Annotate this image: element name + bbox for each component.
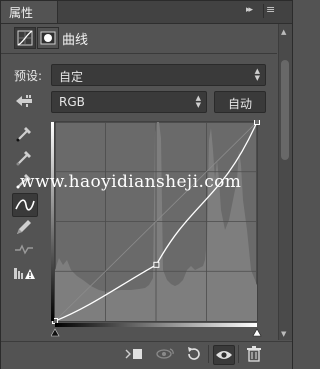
updown-arrows-icon: ▲ ▼ xyxy=(195,94,201,109)
pencil-draw-icon[interactable] xyxy=(12,216,36,238)
output-gradient-bar xyxy=(51,122,54,321)
layer-mask-icon[interactable] xyxy=(37,27,59,49)
bottom-divider xyxy=(238,345,239,363)
gray-point-eyedropper-icon[interactable] xyxy=(12,146,36,168)
tab-bar-divider xyxy=(263,4,264,18)
panel-menu-icon[interactable]: ≡ xyxy=(266,3,275,16)
auto-button-label: 自动 xyxy=(227,97,252,111)
scroll-down-icon[interactable]: ▼ xyxy=(281,330,286,338)
scroll-up-icon[interactable]: ▲ xyxy=(281,28,286,36)
black-point-eyedropper-icon[interactable] xyxy=(12,122,36,144)
clipping-warning-icon[interactable] xyxy=(12,262,36,284)
preset-select[interactable]: 自定 ▲ ▼ xyxy=(51,64,266,86)
trash-icon[interactable] xyxy=(244,345,264,363)
visibility-eye-icon[interactable] xyxy=(213,345,235,365)
updown-arrows-icon: ▲ ▼ xyxy=(254,67,260,82)
panel-title: 曲线 xyxy=(62,33,89,48)
watermark-text: www.haoyidiansheji.com xyxy=(20,172,242,192)
auto-button[interactable]: 自动 xyxy=(214,91,266,113)
smooth-curve-icon[interactable] xyxy=(12,238,36,260)
preset-label: 预设: xyxy=(14,69,43,83)
channel-select[interactable]: RGB ▲ ▼ xyxy=(51,91,207,113)
tab-properties-label: 属性 xyxy=(9,6,34,20)
header-divider xyxy=(1,53,277,54)
bottom-divider xyxy=(208,345,209,363)
view-previous-state-icon[interactable] xyxy=(155,345,175,363)
edit-curve-icon[interactable] xyxy=(12,193,38,217)
collapse-panel-icon[interactable]: ▸▸ xyxy=(246,5,253,15)
input-gradient-bar xyxy=(55,323,257,327)
target-adjust-hand-icon[interactable] xyxy=(14,93,36,109)
black-point-slider-icon[interactable] xyxy=(51,328,60,337)
reset-icon[interactable] xyxy=(184,345,204,363)
tab-properties[interactable]: 属性 xyxy=(1,1,58,23)
scrollbar-thumb[interactable] xyxy=(281,60,289,160)
curves-adjustment-icon[interactable] xyxy=(14,27,36,49)
preset-value: 自定 xyxy=(59,70,84,84)
clip-to-layer-icon[interactable] xyxy=(124,345,144,363)
white-point-slider-icon[interactable] xyxy=(252,328,262,337)
curve-control-point[interactable] xyxy=(254,120,260,125)
channel-value: RGB xyxy=(59,95,85,109)
curves-graph[interactable] xyxy=(51,120,266,340)
curve-control-point[interactable] xyxy=(153,261,160,268)
